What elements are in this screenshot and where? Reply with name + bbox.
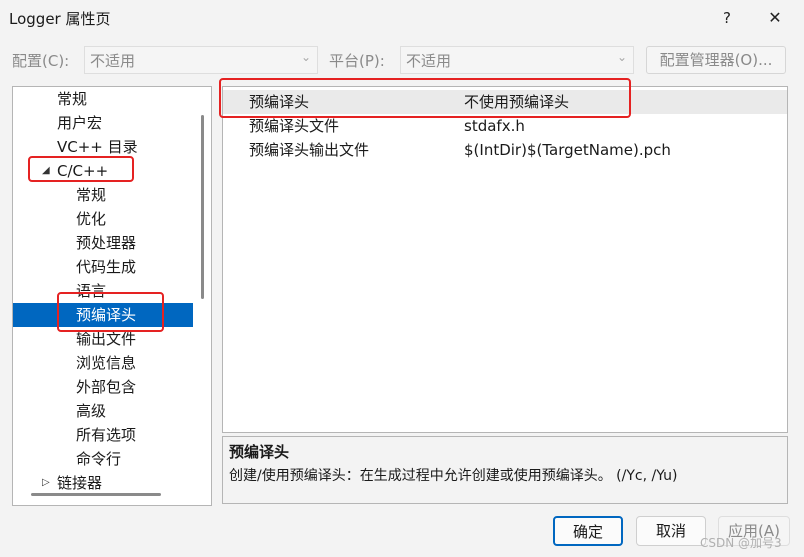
tree-vertical-scrollbar[interactable] [201, 115, 204, 299]
tree-item-external-includes[interactable]: 外部包含 [13, 375, 193, 399]
tree-item-all-options[interactable]: 所有选项 [13, 423, 193, 447]
tree-item-output-files[interactable]: 输出文件 [13, 327, 193, 351]
chevron-down-icon: ⌄ [616, 50, 627, 64]
property-row[interactable]: 预编译头 不使用预编译头 [223, 90, 787, 114]
platform-label: 平台(P): [329, 52, 385, 70]
help-icon[interactable]: ? [704, 0, 750, 36]
title-bar: Logger 属性页 ? ✕ [0, 0, 804, 38]
platform-select-value: 不适用 [406, 52, 452, 70]
tree-item-label: 优化 [76, 210, 107, 228]
tree-item-label: VC++ 目录 [57, 138, 138, 156]
tree-item-linker[interactable]: ▷ 链接器 [13, 471, 193, 495]
property-grid: 预编译头 不使用预编译头 预编译头文件 stdafx.h 预编译头输出文件 $(… [222, 86, 788, 433]
tree-item-label: 命令行 [76, 450, 122, 468]
tree-item-language[interactable]: 语言 [13, 279, 193, 303]
tree-item-label: 外部包含 [76, 378, 137, 396]
tree-item-command-line[interactable]: 命令行 [13, 447, 193, 471]
chevron-down-icon: ⌄ [300, 50, 311, 64]
tree-item-label: 浏览信息 [76, 354, 137, 372]
tree-item-vc-directories[interactable]: VC++ 目录 [13, 135, 193, 159]
tree-item-label: 链接器 [57, 474, 103, 492]
tree-item-c-cpp[interactable]: ◢ C/C++ [13, 159, 193, 183]
tree-item-label: 高级 [76, 402, 107, 420]
ok-button[interactable]: 确定 [553, 516, 623, 546]
property-row[interactable]: 预编译头输出文件 $(IntDir)$(TargetName).pch [223, 138, 787, 162]
watermark: CSDN @加号3 [700, 536, 782, 550]
config-select[interactable]: 不适用 ⌄ [84, 46, 318, 74]
description-text: 创建/使用预编译头：在生成过程中允许创建或使用预编译头。 (/Yc, /Yu) [229, 468, 678, 484]
tree-horizontal-scrollbar[interactable] [31, 493, 161, 496]
tree-item-label: 预处理器 [76, 234, 137, 252]
tree-item-precompiled-headers[interactable]: 预编译头 [13, 303, 193, 327]
tree-item-browse-info[interactable]: 浏览信息 [13, 351, 193, 375]
tree-item-general[interactable]: 常规 [13, 87, 193, 111]
config-select-value: 不适用 [90, 52, 136, 70]
tree-item-user-macros[interactable]: 用户宏 [13, 111, 193, 135]
tree-item-optimization[interactable]: 优化 [13, 207, 193, 231]
config-manager-button[interactable]: 配置管理器(O)... [646, 46, 786, 74]
property-value[interactable]: $(IntDir)$(TargetName).pch [464, 138, 671, 162]
tree-item-label: 代码生成 [76, 258, 137, 276]
tree-item-label: 所有选项 [76, 426, 137, 444]
property-name: 预编译头输出文件 [249, 141, 370, 159]
property-value[interactable]: 不使用预编译头 [464, 90, 569, 114]
tree-item-label: 预编译头 [76, 306, 137, 324]
expanded-triangle-icon[interactable]: ◢ [42, 159, 50, 183]
tree-item-label: 语言 [76, 282, 107, 300]
property-row[interactable]: 预编译头文件 stdafx.h [223, 114, 787, 138]
tree-item-cpp-general[interactable]: 常规 [13, 183, 193, 207]
tree-item-preprocessor[interactable]: 预处理器 [13, 231, 193, 255]
tree-item-code-generation[interactable]: 代码生成 [13, 255, 193, 279]
tree-item-label: 用户宏 [57, 114, 103, 132]
tree-item-label: C/C++ [57, 162, 109, 180]
tree-item-label: 常规 [57, 90, 88, 108]
description-title: 预编译头 [229, 443, 290, 461]
platform-select[interactable]: 不适用 ⌄ [400, 46, 634, 74]
cancel-button[interactable]: 取消 [636, 516, 706, 546]
config-label: 配置(C): [12, 52, 70, 70]
tree-item-advanced[interactable]: 高级 [13, 399, 193, 423]
property-tree[interactable]: 常规 用户宏 VC++ 目录 ◢ C/C++ 常规 优化 预处理器 代码生成 语… [12, 86, 212, 506]
property-name: 预编译头文件 [249, 117, 340, 135]
config-bar: 配置(C): 不适用 ⌄ 平台(P): 不适用 ⌄ 配置管理器(O)... [0, 44, 804, 76]
property-name: 预编译头 [249, 93, 310, 111]
window-title: Logger 属性页 [9, 10, 111, 28]
tree-item-label: 输出文件 [76, 330, 137, 348]
close-icon[interactable]: ✕ [752, 0, 798, 36]
property-value[interactable]: stdafx.h [464, 114, 525, 138]
description-panel: 预编译头 创建/使用预编译头：在生成过程中允许创建或使用预编译头。 (/Yc, … [222, 436, 788, 504]
collapsed-triangle-icon[interactable]: ▷ [42, 471, 50, 495]
tree-item-label: 常规 [76, 186, 107, 204]
